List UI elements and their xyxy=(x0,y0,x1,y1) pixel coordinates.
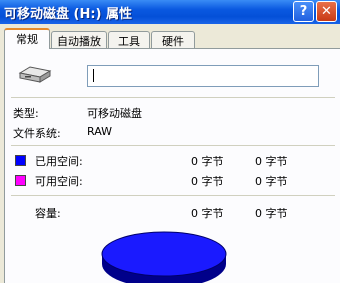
close-button[interactable]: ✕ xyxy=(316,1,337,22)
used-space-swatch xyxy=(15,155,26,166)
capacity-bytes: 0 字节 xyxy=(191,207,224,220)
removable-drive-icon xyxy=(18,66,52,83)
properties-window: 可移动磁盘 (H:) 属性 ? ✕ 常规 自动播放 工具 硬件 类型: 可移动磁… xyxy=(0,0,340,283)
tab-strip: 常规 自动播放 工具 硬件 xyxy=(0,28,340,49)
free-space-label: 可用空间: xyxy=(35,175,83,188)
tab-hardware[interactable]: 硬件 xyxy=(151,31,195,48)
free-space-size: 0 字节 xyxy=(255,175,288,188)
capacity-size: 0 字节 xyxy=(255,207,288,220)
used-space-label: 已用空间: xyxy=(35,155,83,168)
tab-general[interactable]: 常规 xyxy=(4,28,50,49)
divider xyxy=(11,195,335,196)
divider xyxy=(11,145,335,146)
close-icon: ✕ xyxy=(321,4,332,19)
window-title: 可移动磁盘 (H:) 属性 xyxy=(4,7,133,22)
title-bar[interactable]: 可移动磁盘 (H:) 属性 ? ✕ xyxy=(0,0,340,24)
help-icon: ? xyxy=(299,4,308,19)
disk-usage-pie xyxy=(101,231,227,283)
type-value: 可移动磁盘 xyxy=(87,107,142,120)
free-space-bytes: 0 字节 xyxy=(191,175,224,188)
divider xyxy=(11,97,335,98)
drive-name-input[interactable] xyxy=(87,65,319,87)
filesystem-value: RAW xyxy=(87,125,112,138)
type-label: 类型: xyxy=(13,107,39,120)
used-space-size: 0 字节 xyxy=(255,155,288,168)
used-space-bytes: 0 字节 xyxy=(191,155,224,168)
tab-autoplay[interactable]: 自动播放 xyxy=(51,31,107,48)
tab-tools[interactable]: 工具 xyxy=(108,31,150,48)
capacity-label: 容量: xyxy=(35,207,61,220)
text-caret xyxy=(93,69,94,82)
help-button[interactable]: ? xyxy=(293,1,314,22)
free-space-swatch xyxy=(15,175,26,186)
filesystem-label: 文件系统: xyxy=(13,127,61,140)
